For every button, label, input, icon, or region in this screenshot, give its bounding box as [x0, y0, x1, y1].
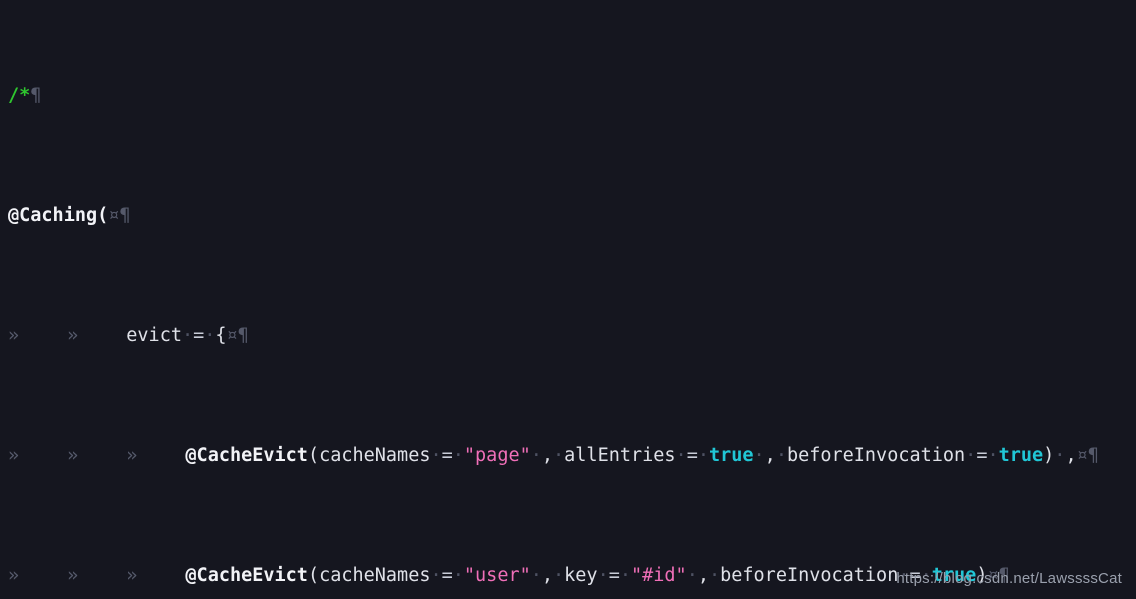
code-editor-view[interactable]: /*¶ @Caching(¤¶ »» evict·=·{¤¶ »»» @CacheE…: [0, 0, 1136, 599]
watermark-url: https://blog.csdn.net/LawssssCat: [896, 570, 1122, 587]
code-line: @Caching(¤¶: [8, 205, 131, 226]
code-content[interactable]: /*¶ @Caching(¤¶ »» evict·=·{¤¶ »»» @CacheE…: [8, 0, 1099, 599]
code-line: »» evict·=·{¤¶: [8, 325, 249, 346]
code-line: »»» @CacheEvict(cacheNames·=·"page"·,·all…: [8, 445, 1099, 466]
code-line: /*¶: [8, 85, 42, 106]
